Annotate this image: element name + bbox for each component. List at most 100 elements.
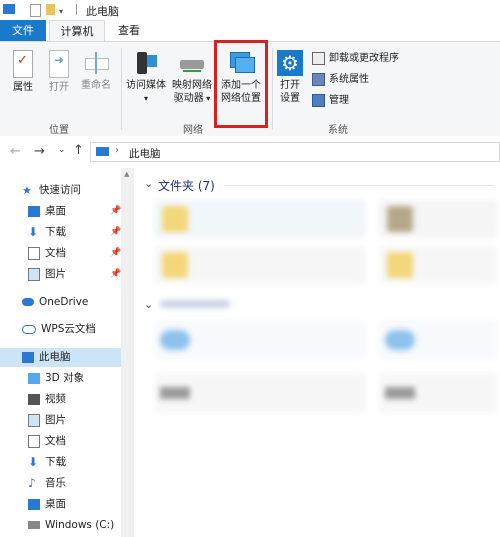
nav-item-documents-pc[interactable]: 文档 (28, 432, 66, 451)
header-divider (224, 185, 494, 186)
nav-item-label: 桌面 (45, 205, 66, 217)
nav-item-desktop[interactable]: 桌面 (28, 202, 66, 221)
nav-item-desktop-pc[interactable]: 桌面 (28, 495, 66, 514)
system-properties-label: 系统属性 (329, 74, 369, 85)
document-icon (28, 246, 40, 260)
folder-tile[interactable] (379, 200, 497, 238)
new-folder-icon[interactable] (46, 4, 55, 15)
system-group-label: 系统 (328, 125, 348, 136)
map-network-drive-button[interactable]: 映射网络 驱动器 ▾ (170, 50, 214, 105)
nav-item-downloads-pc[interactable]: ⬇ 下载 (28, 453, 66, 472)
open-icon: ➜ (49, 50, 69, 78)
tab-computer[interactable]: 计算机 (49, 20, 105, 42)
collapse-chevron-icon[interactable]: ⌄ (144, 298, 153, 311)
manage-button[interactable]: 管理 (312, 93, 349, 109)
content-area: ⌄ 文件夹 (7) ⌄ (134, 168, 500, 537)
pc-icon (96, 147, 109, 156)
cube-icon (28, 372, 40, 384)
rename-icon (85, 50, 109, 76)
folder-tile[interactable] (154, 200, 366, 238)
nav-item-windows-c[interactable]: Windows (C:) (28, 516, 114, 535)
network-group-label: 网络 (183, 125, 203, 136)
uninstall-programs-button[interactable]: 卸载或更改程序 (312, 51, 399, 67)
system-properties-icon (312, 72, 325, 86)
recent-dropdown-icon[interactable]: ⌄ (58, 145, 66, 155)
pin-icon[interactable]: 📌 (110, 269, 121, 279)
open-settings-button[interactable]: ⚙ 打开 设置 (275, 50, 305, 105)
section-header (160, 300, 230, 308)
onedrive-label: OneDrive (39, 296, 89, 308)
quick-access-toolbar[interactable]: ▾ (24, 4, 64, 17)
toolbar-dropdown-icon[interactable]: ▾ (59, 7, 63, 16)
collapse-chevron-icon[interactable]: ⌄ (144, 177, 153, 190)
open-settings-label-2: 设置 (280, 93, 300, 104)
drive-tile[interactable] (154, 320, 366, 360)
window-separator (76, 4, 77, 15)
properties-check-icon[interactable] (30, 4, 41, 17)
location-group-label: 位置 (49, 125, 69, 136)
nav-item-label: 3D 对象 (45, 372, 85, 384)
uninstall-icon (312, 51, 325, 65)
nav-item-this-pc[interactable]: 此电脑 (0, 348, 121, 367)
picture-icon (28, 267, 40, 281)
nav-item-label: 文档 (45, 247, 66, 259)
nav-item-label: Windows (C:) (45, 519, 115, 531)
folders-header[interactable]: 文件夹 (7) (158, 177, 215, 194)
system-properties-button[interactable]: 系统属性 (312, 72, 369, 88)
nav-scrollbar[interactable]: ▲ (121, 168, 134, 537)
access-media-dropdown-icon: ▾ (143, 94, 148, 103)
nav-item-label: 图片 (45, 268, 66, 280)
nav-item-pictures-pc[interactable]: 图片 (28, 411, 66, 430)
nav-item-wps-cloud[interactable]: WPS云文档 (22, 320, 96, 339)
pin-icon[interactable]: 📌 (110, 248, 121, 258)
tab-view[interactable]: 查看 (108, 20, 150, 41)
document-icon (28, 434, 40, 448)
drive-tile[interactable] (154, 373, 366, 413)
download-icon: ⬇ (28, 224, 39, 239)
network-drive-icon (180, 50, 204, 76)
cloud-icon (160, 330, 190, 350)
folder-tile[interactable] (379, 246, 497, 284)
nav-item-onedrive[interactable]: OneDrive (22, 293, 88, 312)
nav-item-documents[interactable]: 文档 (28, 244, 66, 263)
gear-icon: ⚙ (277, 50, 303, 76)
breadcrumb-chevron-icon[interactable]: › (115, 145, 119, 156)
access-media-button[interactable]: 访问媒体 ▾ (124, 50, 168, 105)
uninstall-programs-label: 卸载或更改程序 (329, 53, 399, 64)
video-icon (28, 393, 40, 405)
nav-item-downloads[interactable]: ⬇ 下载 (28, 223, 66, 242)
properties-icon: ✓ (13, 50, 33, 78)
forward-arrow-icon[interactable]: → (34, 144, 45, 159)
pin-icon[interactable]: 📌 (110, 227, 121, 237)
nav-item-videos[interactable]: 视频 (28, 390, 66, 409)
nav-item-3d-objects[interactable]: 3D 对象 (28, 369, 84, 388)
music-icon: ♪ (28, 475, 36, 490)
up-arrow-icon[interactable]: ↑ (73, 143, 84, 158)
back-arrow-icon[interactable]: ← (10, 144, 21, 159)
quick-access-item[interactable]: ★ 快速访问 (22, 181, 81, 200)
wps-cloud-icon (22, 324, 36, 334)
picture-icon (28, 413, 40, 427)
star-icon: ★ (22, 183, 32, 197)
folder-tile[interactable] (154, 246, 366, 284)
scroll-up-icon[interactable]: ▲ (124, 170, 129, 178)
drive-tile[interactable] (379, 373, 497, 413)
nav-item-music[interactable]: ♪ 音乐 (28, 474, 66, 493)
open-button[interactable]: ➜ 打开 (44, 50, 74, 94)
rename-button[interactable]: 重命名 (78, 50, 114, 92)
pin-icon[interactable]: 📌 (110, 206, 121, 216)
properties-label: 属性 (13, 82, 33, 93)
nav-item-label: 下载 (45, 226, 66, 238)
window-title: 此电脑 (86, 5, 119, 18)
navigation-pane: ★ 快速访问 桌面 📌 ⬇ 下载 📌 文档 📌 图片 📌 OneDrive WPS云… (0, 168, 121, 537)
properties-button[interactable]: ✓ 属性 (8, 50, 38, 94)
drive-tile[interactable] (379, 320, 497, 360)
nav-item-pictures[interactable]: 图片 (28, 265, 66, 284)
folder-icon (162, 206, 188, 232)
tab-file[interactable]: 文件 (0, 20, 46, 41)
drive-icon (385, 387, 415, 399)
address-bar[interactable]: › 此电脑 (90, 142, 500, 162)
media-icon (135, 50, 157, 76)
computer-icon (3, 4, 15, 14)
pc-icon (22, 351, 34, 363)
